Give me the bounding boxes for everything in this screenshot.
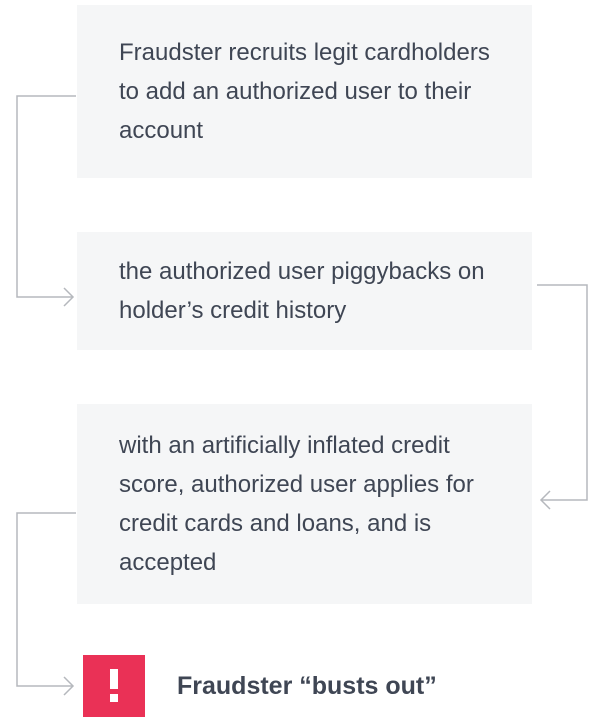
step-box-3: with an artificially inflated credit sco… (77, 404, 532, 604)
step-box-1: Fraudster recruits legit cardholders to … (77, 5, 532, 178)
step-text-1: Fraudster recruits legit cardholders to … (119, 39, 490, 144)
outcome-label: Fraudster “busts out” (177, 672, 437, 700)
exclamation-icon (83, 655, 145, 717)
connector-3-out (16, 512, 76, 687)
step-text-3: with an artificially inflated credit sco… (119, 432, 474, 576)
step-box-2: the authorized user piggybacks on holder… (77, 232, 532, 350)
step-text-2: the authorized user piggybacks on holder… (119, 258, 485, 324)
connector-2-3 (537, 284, 588, 501)
connector-1-2 (16, 95, 76, 298)
